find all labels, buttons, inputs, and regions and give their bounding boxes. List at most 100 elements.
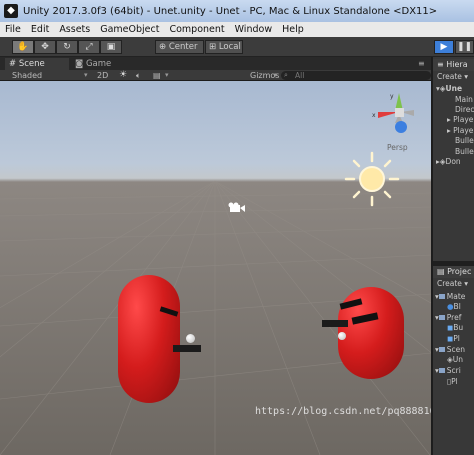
tab-game[interactable]: ◙ Game	[71, 58, 129, 70]
project-item-label: Scen	[446, 345, 466, 354]
audio-toggle-icon[interactable]: 🔈︎	[136, 70, 141, 81]
hierarchy-item-label: Bulle	[455, 147, 474, 156]
scene-search-placeholder: All	[295, 71, 305, 80]
project-asset[interactable]: ●Bl	[433, 302, 474, 312]
tab-scene-label: Scene	[18, 59, 45, 69]
project-folder[interactable]: ▾ Pref	[433, 313, 474, 323]
hierarchy-dontdestroy-root[interactable]: ▸◈Don	[433, 157, 474, 167]
menu-bar: File Edit Assets GameObject Component Wi…	[0, 22, 474, 37]
orientation-gizmo-icon[interactable]: y x	[370, 83, 428, 143]
project-asset[interactable]: ◼Pl	[433, 334, 474, 344]
folder-icon	[438, 294, 445, 299]
camera-gizmo-icon[interactable]	[226, 202, 246, 215]
menu-help[interactable]: Help	[277, 22, 309, 37]
project-asset[interactable]: ▯Pl	[433, 377, 474, 387]
rect-tool-button[interactable]: ▣	[100, 40, 122, 54]
effects-dropdown-icon: ▾	[165, 71, 169, 79]
window-title-bar: ◆ Unity 2017.3.0f3 (64bit) - Unet.unity …	[0, 0, 474, 22]
project-folder[interactable]: ▾ Scri	[433, 366, 474, 376]
scene-tab-icon: #	[9, 59, 17, 69]
hierarchy-item-label: Main	[455, 95, 473, 104]
window-title: Unity 2017.3.0f3 (64bit) - Unet.unity - …	[23, 5, 438, 17]
search-icon: ⌕	[284, 71, 288, 79]
player-capsule-left[interactable]	[118, 275, 180, 403]
menu-window[interactable]: Window	[230, 22, 277, 37]
svg-text:y: y	[390, 93, 394, 100]
scene-tab-strip: # Scene ◙ Game ≡	[0, 57, 431, 70]
project-asset[interactable]: ◈Un	[433, 355, 474, 365]
pause-button[interactable]: ❚❚	[455, 40, 474, 54]
menu-gameobject[interactable]: GameObject	[95, 22, 164, 37]
player-left-gun	[173, 345, 201, 352]
project-item-label: Scri	[446, 366, 461, 375]
hierarchy-create-label: Create	[437, 72, 462, 81]
pivot-center-button[interactable]: ⊕ Center	[155, 40, 204, 54]
watermark: https://blog.csdn.net/pq8888168	[255, 406, 431, 417]
unity-logo-icon: ◆	[4, 4, 18, 18]
project-create-dropdown[interactable]: Create ▾	[435, 279, 468, 289]
bullet-spawn-left	[186, 334, 195, 343]
project-item-label: Pl	[453, 334, 460, 343]
project-folder[interactable]: ▾ Scen	[433, 345, 474, 355]
hierarchy-item-label: Une	[445, 84, 463, 93]
project-create-label: Create	[437, 279, 462, 288]
menu-assets[interactable]: Assets	[54, 22, 95, 37]
rotate-tool-button[interactable]: ↻	[56, 40, 78, 54]
move-tool-button[interactable]: ✥	[34, 40, 56, 54]
hierarchy-item[interactable]: Bulle	[433, 147, 474, 157]
player-right-gun	[322, 320, 348, 327]
hierarchy-tab-label: Hiera	[446, 60, 468, 69]
hierarchy-item[interactable]: Main	[433, 95, 474, 105]
hierarchy-item-label: Bulle	[455, 136, 474, 145]
scale-icon: ⤢	[85, 42, 93, 52]
project-tab-icon: ▤	[437, 267, 445, 276]
rotate-icon: ↻	[63, 42, 71, 52]
hand-icon: ✋	[17, 42, 29, 52]
rect-icon: ▣	[106, 42, 116, 52]
2d-toggle[interactable]: 2D	[97, 70, 108, 81]
tab-menu-icon[interactable]: ≡	[418, 58, 425, 69]
tab-project[interactable]: ▤ Projec	[433, 266, 474, 278]
play-button[interactable]: ▶	[434, 40, 454, 54]
tab-scene[interactable]: # Scene	[5, 58, 69, 70]
menu-edit[interactable]: Edit	[26, 22, 54, 37]
project-item-label: Bu	[453, 323, 464, 332]
hierarchy-item[interactable]: Direc	[433, 105, 474, 115]
scene-view[interactable]: y x Persp https://blog.csdn.net/pq888816…	[0, 81, 431, 455]
hierarchy-item-label: Don	[445, 157, 461, 166]
menu-file[interactable]: File	[0, 22, 26, 37]
tab-game-label: Game	[85, 59, 112, 69]
project-folder[interactable]: ▾ Mate	[433, 292, 474, 302]
hierarchy-create-dropdown[interactable]: Create ▾	[435, 72, 468, 82]
local-icon: ⊞	[209, 42, 217, 52]
project-item-label: Pref	[446, 313, 462, 322]
menu-component[interactable]: Component	[164, 22, 229, 37]
hierarchy-item[interactable]: ▸ Playe	[433, 115, 474, 125]
scene-control-bar: Shaded ▾ 2D ☀ 🔈︎ ▤ ▾ Gizmos ▾ All ⌕	[0, 70, 431, 81]
hierarchy-scene-root[interactable]: ▾◈Une	[433, 84, 474, 94]
pivot-label: Center	[168, 42, 198, 52]
project-item-label: Bl	[453, 302, 461, 311]
hierarchy-item[interactable]: Bulle	[433, 136, 474, 146]
lighting-toggle-icon[interactable]: ☀	[119, 70, 127, 81]
shading-dropdown-arrow-icon: ▾	[84, 71, 88, 79]
project-item-label: Pl	[451, 377, 458, 386]
hand-tool-button[interactable]: ✋	[12, 40, 34, 54]
project-asset[interactable]: ◼Bu	[433, 323, 474, 333]
scene-search-input[interactable]: All	[281, 71, 431, 80]
folder-icon	[438, 315, 445, 320]
scale-tool-button[interactable]: ⤢	[78, 40, 100, 54]
hierarchy-item[interactable]: ▸ Playe	[433, 126, 474, 136]
right-panels: ≡ Hiera Create ▾ ▾◈Une Main Direc ▸ Play…	[431, 57, 474, 455]
folder-icon	[438, 347, 445, 352]
directional-light-icon[interactable]	[343, 150, 401, 208]
pivot-local-button[interactable]: ⊞ Local	[205, 40, 243, 54]
shading-mode-dropdown[interactable]: Shaded	[12, 70, 42, 81]
hierarchy-tab-icon: ≡	[437, 60, 444, 69]
effects-toggle-icon[interactable]: ▤	[153, 70, 161, 81]
hierarchy-item-label: Direc	[455, 105, 474, 114]
main-toolbar: ✋ ✥ ↻ ⤢ ▣ ⊕ Center ⊞ Local ▶ ❚❚	[0, 37, 474, 57]
local-label: Local	[218, 42, 241, 52]
tab-hierarchy[interactable]: ≡ Hiera	[433, 59, 474, 71]
svg-text:x: x	[372, 112, 376, 119]
